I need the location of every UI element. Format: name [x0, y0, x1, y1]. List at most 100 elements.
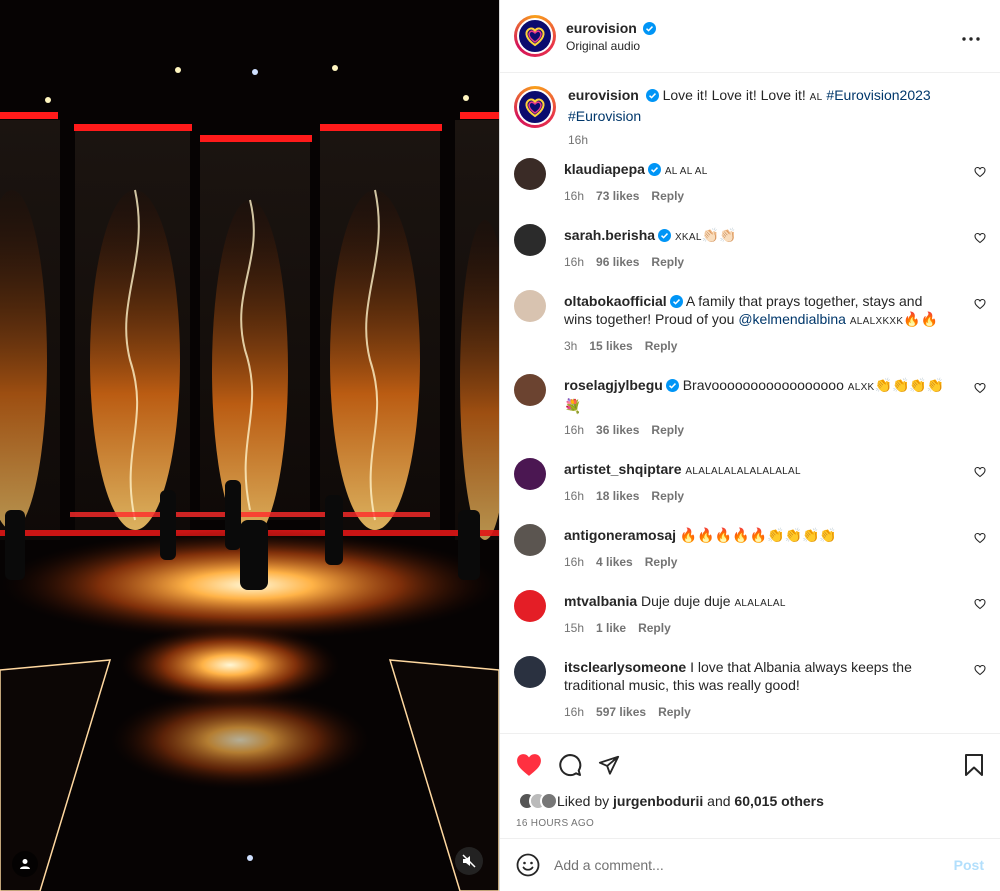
comment-input[interactable]	[554, 857, 954, 873]
comment-time[interactable]: 15h	[564, 621, 584, 635]
save-button[interactable]	[964, 754, 984, 776]
comment-like-button[interactable]	[974, 298, 986, 313]
verified-badge-icon	[643, 21, 657, 35]
heart-outline-icon	[974, 232, 986, 244]
comment-username-link[interactable]: itsclearlysomeone	[564, 659, 686, 675]
comment-username-link[interactable]: roselagjylbegu	[564, 377, 663, 393]
reply-button[interactable]: Reply	[658, 705, 691, 719]
video-player[interactable]	[0, 0, 499, 891]
comment-flags: ALALALAL	[734, 598, 786, 609]
comment-like-button[interactable]	[974, 466, 986, 481]
comment-time[interactable]: 3h	[564, 339, 577, 353]
verified-badge-icon	[647, 163, 661, 176]
liker-username-link[interactable]: jurgenbodurii	[613, 793, 703, 809]
avatar[interactable]	[514, 590, 546, 622]
comment-username-link[interactable]: sarah.berisha	[564, 227, 655, 243]
comment-flags: ALALXKXK	[849, 316, 904, 327]
bookmark-icon	[965, 754, 983, 776]
emoji-picker-icon[interactable]	[516, 853, 540, 877]
reply-button[interactable]: Reply	[651, 489, 684, 503]
comment-button[interactable]	[558, 753, 582, 777]
mute-toggle-button[interactable]	[455, 847, 483, 875]
reply-button[interactable]: Reply	[645, 555, 678, 569]
comment-like-button[interactable]	[974, 664, 986, 679]
hashtag-link[interactable]: #Eurovision	[568, 108, 641, 124]
comment-like-button[interactable]	[974, 532, 986, 547]
comment-likes-link[interactable]: 73 likes	[596, 189, 639, 203]
comment-flags: AL AL AL	[664, 166, 708, 177]
post-caption: eurovision Love it! Love it! Love it! AL…	[500, 74, 1000, 162]
audio-link[interactable]: Original audio	[566, 39, 656, 53]
comment-likes-link[interactable]: 597 likes	[596, 705, 646, 719]
reply-button[interactable]: Reply	[645, 339, 678, 353]
reply-button[interactable]: Reply	[651, 255, 684, 269]
comment-username-link[interactable]: antigoneramosaj	[564, 527, 676, 543]
avatar[interactable]	[514, 290, 546, 322]
comment-likes-link[interactable]: 15 likes	[589, 339, 632, 353]
comment-item: antigoneramosaj 🔥🔥🔥🔥🔥👏👏👏👏 16h 4 likes Reply	[500, 524, 1000, 571]
reply-button[interactable]: Reply	[651, 423, 684, 437]
comment-time[interactable]: 16h	[564, 189, 584, 203]
avatar[interactable]	[514, 224, 546, 256]
comment-time[interactable]: 16h	[564, 423, 584, 437]
comment-item: oltabokaofficial A family that prays tog…	[500, 290, 1000, 355]
author-avatar[interactable]	[514, 15, 556, 57]
comment-time[interactable]: 16h	[564, 489, 584, 503]
post-comment-button[interactable]: Post	[954, 857, 984, 873]
comment-like-button[interactable]	[974, 382, 986, 397]
avatar[interactable]	[514, 656, 546, 688]
comment-time[interactable]: 16h	[564, 555, 584, 569]
comment-likes-link[interactable]: 36 likes	[596, 423, 639, 437]
comment-like-button[interactable]	[974, 232, 986, 247]
comment-item: roselagjylbegu Bravooooooooooooooooo ALX…	[500, 374, 1000, 439]
eurovision-heart-logo-icon	[525, 27, 545, 47]
stage-video-frame	[0, 0, 499, 891]
comment-username-link[interactable]: mtvalbania	[564, 593, 637, 609]
comments-list[interactable]: eurovision Love it! Love it! Love it! AL…	[500, 74, 1000, 732]
comment-likes-link[interactable]: 96 likes	[596, 255, 639, 269]
more-options-button[interactable]	[962, 26, 980, 44]
reply-button[interactable]: Reply	[638, 621, 671, 635]
comment-username-link[interactable]: klaudiapepa	[564, 161, 645, 177]
comment-time[interactable]: 16h	[564, 705, 584, 719]
caption-username-link[interactable]: eurovision	[568, 87, 639, 103]
avatar	[540, 792, 558, 810]
verified-badge-icon	[665, 379, 679, 392]
post-timestamp[interactable]: 16 HOURS AGO	[500, 810, 1000, 829]
comment-likes-link[interactable]: 1 like	[596, 621, 626, 635]
comment-like-button[interactable]	[974, 598, 986, 613]
more-dots-icon	[962, 37, 980, 41]
comment-like-button[interactable]	[974, 166, 986, 181]
comment-username-link[interactable]: oltabokaofficial	[564, 293, 667, 309]
hashtag-link[interactable]: #Eurovision2023	[826, 87, 930, 103]
tagged-users-button[interactable]	[12, 851, 38, 877]
likes-summary[interactable]: Liked by jurgenbodurii and 60,015 others	[500, 784, 1000, 810]
comment-emoji: 💐	[564, 398, 582, 414]
likes-count-link[interactable]: 60,015 others	[734, 793, 824, 809]
like-button[interactable]	[516, 753, 542, 777]
share-button[interactable]	[598, 754, 620, 776]
comment-likes-link[interactable]: 4 likes	[596, 555, 633, 569]
author-username-link[interactable]: eurovision	[566, 20, 637, 36]
caption-author-avatar[interactable]	[514, 86, 556, 128]
reply-button[interactable]: Reply	[651, 189, 684, 203]
comment-flags: XKAL	[674, 232, 702, 243]
avatar[interactable]	[514, 524, 546, 556]
comment-username-link[interactable]: artistet_shqiptare	[564, 461, 681, 477]
heart-outline-icon	[974, 466, 986, 478]
comment-emoji: 🔥🔥🔥🔥🔥👏👏👏👏	[679, 527, 837, 543]
caption-time[interactable]: 16h	[568, 133, 588, 147]
comment-time[interactable]: 16h	[564, 255, 584, 269]
mention-link[interactable]: @kelmendialbina	[738, 311, 846, 327]
avatar[interactable]	[514, 158, 546, 190]
comment-likes-link[interactable]: 18 likes	[596, 489, 639, 503]
avatar[interactable]	[514, 458, 546, 490]
avatar[interactable]	[514, 374, 546, 406]
heart-outline-icon	[974, 298, 986, 310]
comment-item: mtvalbania Duje duje duje ALALALAL 15h 1 l…	[500, 590, 1000, 637]
comment-text: Bravooooooooooooooooo	[682, 377, 844, 393]
paper-plane-icon	[598, 755, 620, 775]
flag-albania: AL	[809, 92, 823, 103]
comment-flags: ALALALALALALALALAL	[685, 466, 801, 477]
liker-avatars	[518, 792, 558, 810]
